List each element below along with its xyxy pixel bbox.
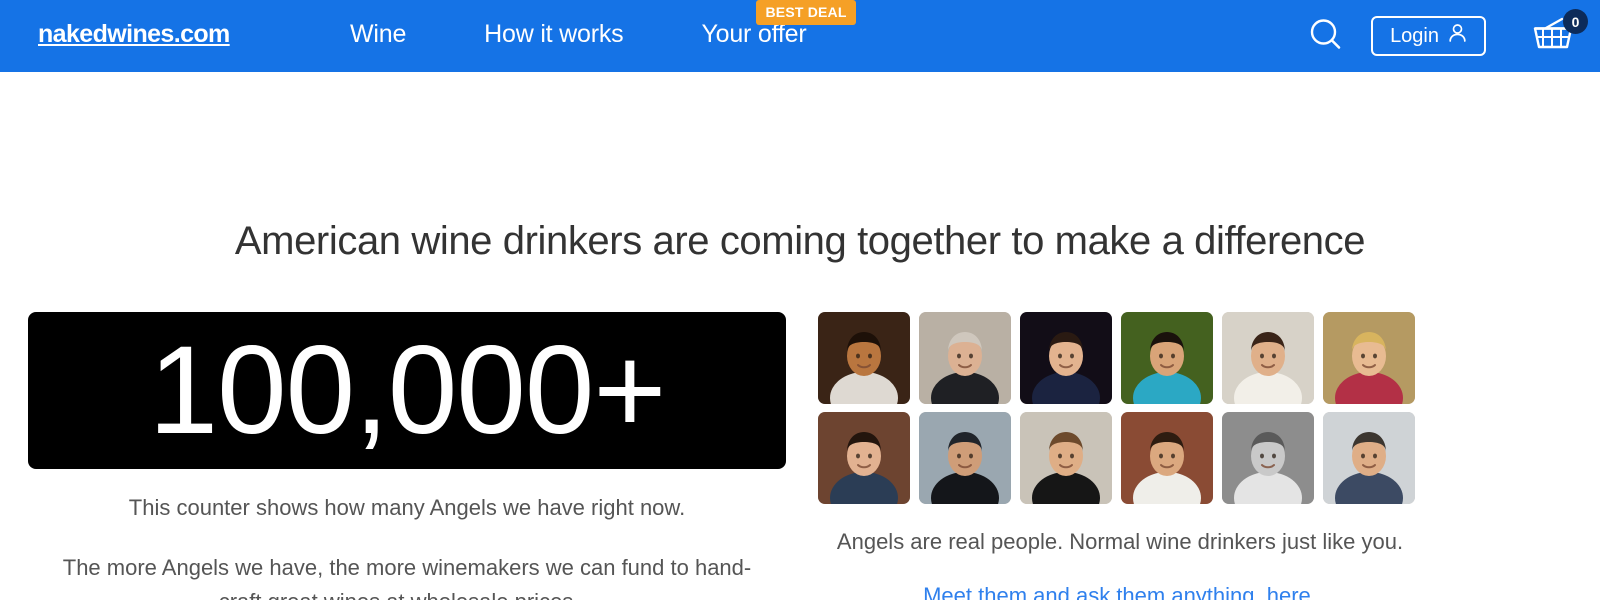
angels-counter-value: 100,000+ bbox=[148, 321, 667, 460]
page-title: American wine drinkers are coming togeth… bbox=[234, 219, 1366, 263]
primary-navigation: Wine How it works BEST DEAL Your offer bbox=[350, 0, 856, 49]
user-icon bbox=[1448, 23, 1467, 49]
login-button[interactable]: Login bbox=[1371, 16, 1486, 56]
counter-description: The more Angels we have, the more winema… bbox=[62, 554, 752, 600]
angels-photos-column: Angels are real people. Normal wine drin… bbox=[810, 312, 1600, 600]
angel-photo[interactable] bbox=[1121, 312, 1213, 404]
angels-photo-grid bbox=[818, 312, 1426, 504]
nav-item-how-it-works[interactable]: How it works bbox=[484, 20, 623, 49]
cart-count-badge: 0 bbox=[1563, 9, 1588, 34]
cart-button[interactable]: 0 bbox=[1528, 9, 1588, 59]
angels-photos-caption: Angels are real people. Normal wine drin… bbox=[836, 529, 1404, 554]
nav-item-your-offer[interactable]: BEST DEAL Your offer bbox=[701, 0, 856, 49]
nav-item-how-it-works-label: How it works bbox=[484, 20, 624, 48]
counter-caption: This counter shows how many Angels we ha… bbox=[128, 495, 686, 520]
angel-photo[interactable] bbox=[818, 412, 910, 504]
angel-photo[interactable] bbox=[1323, 412, 1415, 504]
content-columns: 100,000+ This counter shows how many Ang… bbox=[0, 312, 1600, 600]
angel-photo[interactable] bbox=[818, 312, 910, 404]
meet-angels-link[interactable]: Meet them and ask them anything, here. bbox=[810, 583, 1430, 600]
main-content: American wine drinkers are coming togeth… bbox=[0, 72, 1600, 600]
nav-item-wine-label: Wine bbox=[350, 20, 407, 48]
site-logo[interactable]: nakedwines.com bbox=[38, 20, 230, 49]
angel-photo[interactable] bbox=[1020, 412, 1112, 504]
angel-photo[interactable] bbox=[1323, 312, 1415, 404]
angel-photo[interactable] bbox=[1020, 312, 1112, 404]
best-deal-badge: BEST DEAL bbox=[756, 0, 856, 25]
counter-column: 100,000+ This counter shows how many Ang… bbox=[0, 312, 810, 600]
nav-item-wine[interactable]: Wine bbox=[350, 20, 406, 49]
header-actions: Login 0 bbox=[1303, 0, 1588, 72]
login-button-label: Login bbox=[1390, 24, 1439, 47]
angel-photo[interactable] bbox=[1222, 412, 1314, 504]
search-icon bbox=[1306, 15, 1346, 58]
angels-counter: 100,000+ bbox=[28, 312, 786, 469]
angel-photo[interactable] bbox=[1121, 412, 1213, 504]
site-header: nakedwines.com Wine How it works BEST DE… bbox=[0, 0, 1600, 72]
angel-photo[interactable] bbox=[1222, 312, 1314, 404]
search-button[interactable] bbox=[1303, 13, 1349, 59]
angel-photo[interactable] bbox=[919, 312, 1011, 404]
angel-photo[interactable] bbox=[919, 412, 1011, 504]
